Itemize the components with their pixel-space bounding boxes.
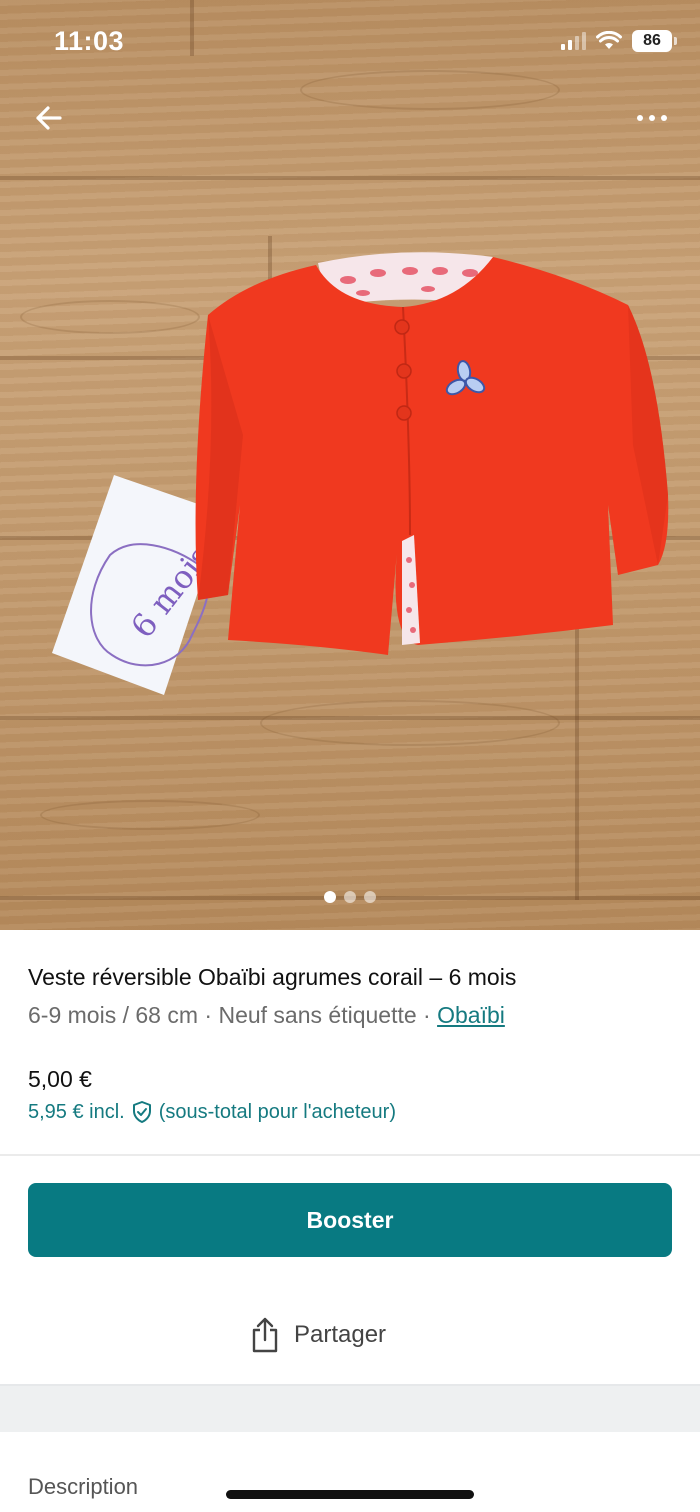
wood-grain (260, 700, 560, 746)
share-icon (252, 1317, 278, 1353)
description-heading: Description (28, 1474, 139, 1499)
carousel-dot[interactable] (344, 891, 356, 903)
section-separator (0, 1384, 700, 1432)
signal-icon (561, 32, 586, 50)
divider (0, 1154, 700, 1156)
listing-title: Veste réversible Obaïbi agrumes corail –… (28, 964, 517, 990)
carousel-dot[interactable] (324, 891, 336, 903)
more-dots-icon[interactable] (630, 100, 674, 136)
buyer-price-note: (sous-total pour l'acheteur) (158, 1100, 396, 1123)
brand-link[interactable]: Obaïbi (437, 1002, 505, 1028)
carousel-dot[interactable] (364, 891, 376, 903)
carousel-dots[interactable] (0, 891, 700, 903)
share-button[interactable]: Partager (250, 1313, 386, 1357)
share-label: Partager (294, 1321, 387, 1348)
wood-grain (20, 300, 200, 334)
wood-grain (40, 800, 260, 830)
product-photo[interactable]: 11:03 86 6 mois (0, 0, 700, 930)
meta-separator: · (198, 1002, 219, 1028)
status-time: 11:03 (54, 26, 125, 56)
wood-seam (190, 0, 194, 56)
listing-price: 5,00 € (28, 1066, 92, 1092)
arrow-left-icon[interactable] (30, 98, 70, 138)
wifi-icon (596, 31, 622, 49)
home-indicator[interactable] (226, 1490, 474, 1499)
meta-separator: · (416, 1002, 438, 1028)
shield-check-icon (132, 1101, 151, 1123)
boost-button[interactable]: Booster (28, 1183, 672, 1257)
status-icons: 86 (561, 30, 677, 52)
buyer-price: 5,95 € incl. (28, 1100, 125, 1123)
listing-meta: 6-9 mois / 68 cm · Neuf sans étiquette ·… (28, 1002, 505, 1029)
wood-grain (300, 70, 560, 110)
listing-size: 6-9 mois / 68 cm (28, 1002, 198, 1028)
listing-condition: Neuf sans étiquette (218, 1002, 417, 1028)
buyer-price-info[interactable]: 5,95 € incl. (sous-total pour l'acheteur… (28, 1100, 396, 1124)
battery-icon: 86 (632, 30, 677, 52)
jacket-image (195, 252, 669, 655)
